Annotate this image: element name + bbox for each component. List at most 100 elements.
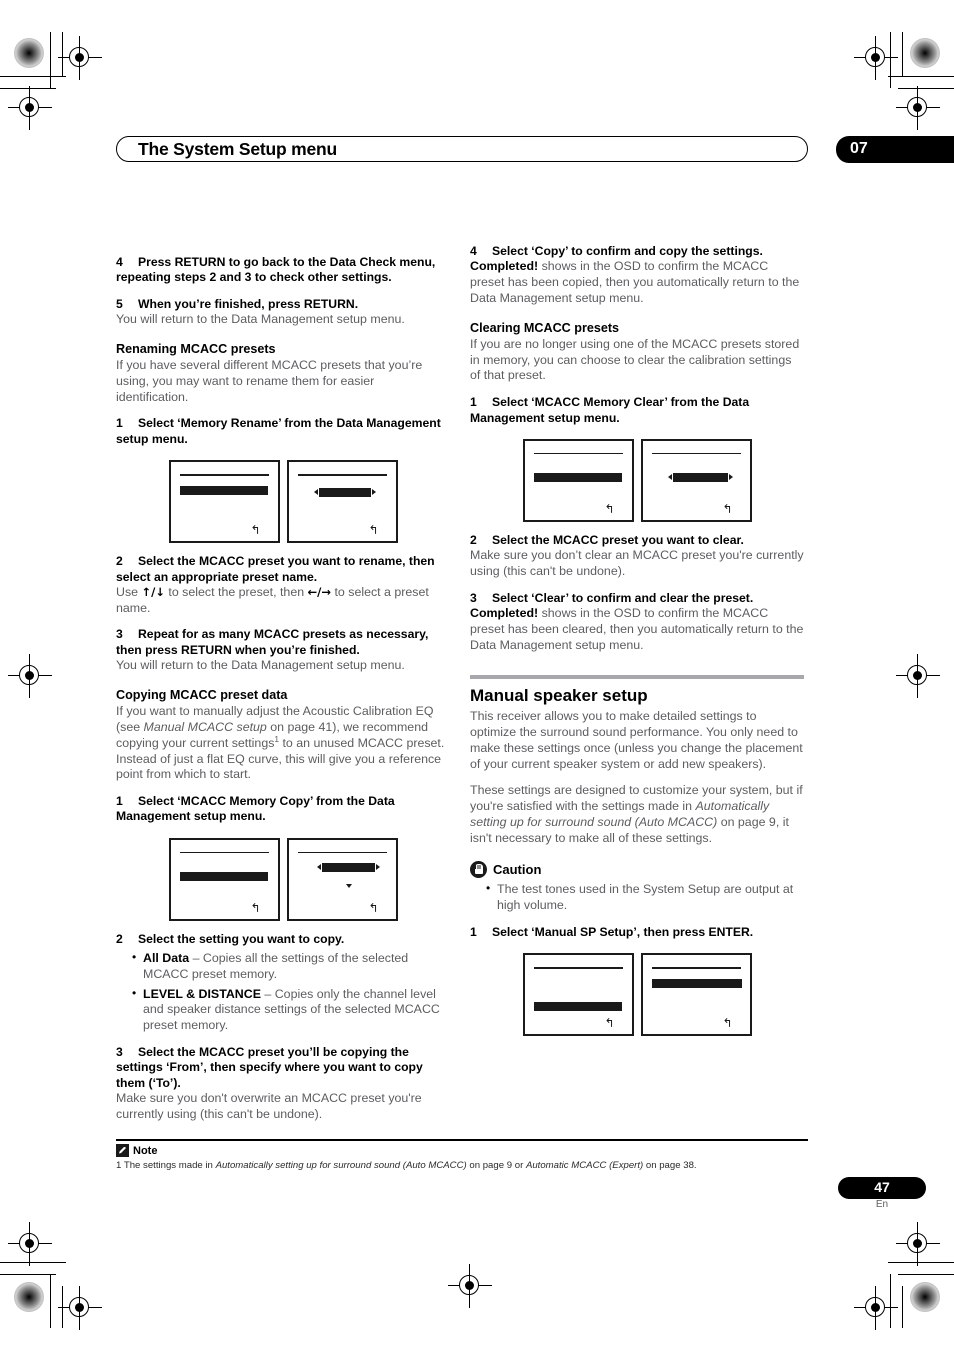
- step-text: Select ‘MCACC Memory Clear’ from the Dat…: [470, 395, 750, 425]
- return-icon: ↰: [722, 1016, 733, 1031]
- document-page: The System Setup menu 07 4 Press RETURN t…: [0, 0, 954, 1351]
- return-icon: ↰: [250, 900, 261, 915]
- hand-palm-icon: [470, 861, 487, 879]
- clear-step-3: 3 Select ‘Clear’ to confirm and clear the…: [470, 591, 804, 606]
- clear-step-2: 2 Select the MCACC preset you want to cle…: [470, 533, 804, 548]
- footnote-rule: [116, 1139, 808, 1141]
- page-title: The System Setup menu: [138, 139, 338, 159]
- page-number: 47: [874, 1179, 890, 1195]
- option-dash: –: [189, 951, 203, 966]
- osd-screen: ↰: [168, 837, 280, 921]
- heading-renaming-mcacc-presets: Renaming MCACC presets: [116, 341, 276, 356]
- osd-divider: [297, 851, 387, 854]
- chapter-number-badge: 07: [836, 136, 954, 163]
- step-number: 1: [470, 924, 477, 939]
- reg-mark-left-middle: [8, 654, 52, 698]
- caret-right-icon: [728, 473, 733, 480]
- page-number-badge: 47: [838, 1177, 926, 1199]
- reg-mark-right-middle: [896, 654, 940, 698]
- osd-screen: ↰: [640, 438, 752, 522]
- clear-step-1: 1 Select ‘MCACC Memory Clear’ from the Da…: [470, 395, 804, 426]
- return-icon: ↰: [368, 523, 379, 538]
- chapter-number: 07: [850, 140, 868, 157]
- osd-divider: [179, 851, 269, 854]
- osd-divider: [533, 967, 623, 969]
- caret-right-icon: [371, 489, 376, 496]
- rename-step-2: 2 Select the MCACC preset you want to ren…: [116, 554, 450, 585]
- option-term: LEVEL & DISTANCE: [143, 986, 261, 1001]
- step-number: 1: [470, 395, 477, 410]
- caution-label: Caution: [493, 862, 542, 878]
- osd-screens-memory-rename: ↰ ↰: [116, 460, 450, 544]
- osd-screens-manual-sp-setup: ↰ ↰: [470, 953, 804, 1037]
- reg-mark-bottom-center: [448, 1264, 492, 1308]
- option-term: All Data: [143, 951, 190, 966]
- osd-highlight-bar: [321, 862, 375, 872]
- osd-divider: [651, 967, 741, 969]
- caret-left-icon: [313, 489, 318, 496]
- completed-label: Completed!: [470, 606, 539, 621]
- note-label: Note: [133, 1144, 158, 1157]
- osd-highlight-bar: [318, 488, 371, 498]
- osd-divider: [179, 474, 269, 476]
- step-text: Press RETURN to go back to the Data Chec…: [116, 255, 436, 285]
- page-header: The System Setup menu: [116, 136, 808, 162]
- manual-setup-paragraph-2: These settings are designed to customize…: [470, 783, 804, 846]
- left-column: 4 Press RETURN to go back to the Data Che…: [116, 244, 450, 1123]
- rename-step-3-body: You will return to the Data Management s…: [116, 658, 405, 673]
- caret-left-icon: [316, 863, 321, 870]
- footnote-italic-2: Automatic MCACC (Expert): [525, 1160, 644, 1171]
- osd-screens-memory-copy: ↰ ↰: [116, 837, 450, 921]
- step-number: 4: [470, 244, 477, 258]
- step-number: 2: [116, 931, 123, 946]
- clearing-intro: If you are no longer using one of the MC…: [470, 336, 800, 383]
- step-text: Select the setting you want to copy.: [138, 931, 345, 946]
- heading-copying-mcacc-preset-data: Copying MCACC preset data: [116, 687, 288, 702]
- caution-list: The test tones used in the System Setup …: [470, 882, 804, 914]
- step-number: 2: [470, 532, 477, 547]
- rename-instruction-b: to select the preset, then: [164, 584, 308, 599]
- footnote-italic-1: Automatically setting up for surround so…: [215, 1160, 467, 1171]
- density-patch: [14, 38, 44, 68]
- copy-options-list: All Data – Copies all the settings of th…: [116, 950, 450, 1034]
- copy-step-4-body: Completed! shows in the OSD to confirm t…: [470, 259, 804, 306]
- list-item: The test tones used in the System Setup …: [486, 882, 804, 914]
- step-5-finish: 5 When you’re finished, press RETURN.: [116, 297, 450, 312]
- osd-highlight-bar: [672, 472, 728, 482]
- step-text: Select ‘Clear’ to confirm and clear the …: [492, 590, 754, 605]
- copy-step-2: 2 Select the setting you want to copy.: [116, 932, 450, 947]
- osd-screen: ↰: [522, 953, 634, 1037]
- osd-screen: ↰: [286, 837, 398, 921]
- step-5-body: You will return to the Data Management s…: [116, 312, 405, 327]
- step-number: 3: [470, 590, 477, 605]
- return-icon: ↰: [604, 501, 615, 516]
- clear-step-3-body: Completed! shows in the OSD to confirm t…: [470, 606, 804, 653]
- manual-step-1: 1 Select ‘Manual SP Setup’, then press EN…: [470, 925, 804, 940]
- step-number: 3: [116, 1044, 123, 1059]
- copy-step-3-body: Make sure you don't overwrite an MCACC p…: [116, 1091, 422, 1121]
- section-divider-rule: [470, 675, 804, 680]
- copy-step-1: 1 Select ‘MCACC Memory Copy’ from the Dat…: [116, 794, 450, 825]
- step-text: Select the MCACC preset you want to clea…: [492, 532, 744, 547]
- step-number: 5: [116, 296, 123, 311]
- step-number: 2: [116, 554, 123, 569]
- list-item: All Data – Copies all the settings of th…: [132, 950, 450, 983]
- list-item: LEVEL & DISTANCE – Copies only the chann…: [132, 986, 450, 1034]
- copying-intro-italic: Manual MCACC setup: [143, 720, 267, 735]
- osd-divider: [533, 452, 623, 455]
- caution-block: Caution The test tones used in the Syste…: [470, 861, 804, 914]
- step-text: Select the MCACC preset you’ll be copyin…: [116, 1044, 423, 1090]
- caret-left-icon: [667, 473, 672, 480]
- density-patch: [14, 1282, 44, 1312]
- density-patch: [910, 1282, 940, 1312]
- step-text: Repeat for as many MCACC presets as nece…: [116, 627, 429, 657]
- page-language: En: [875, 1199, 889, 1210]
- step-number: 3: [116, 627, 123, 642]
- osd-highlight-bar: [179, 871, 268, 881]
- renaming-intro: If you have several different MCACC pres…: [116, 358, 423, 404]
- step-text: Select ‘Copy’ to confirm and copy the se…: [492, 244, 763, 258]
- rename-step-2-body: Use ↑/↓ to select the preset, then ←/→ t…: [116, 585, 450, 617]
- heading-clearing-mcacc-presets: Clearing MCACC presets: [470, 320, 620, 335]
- step-number: 1: [116, 794, 123, 809]
- copy-step-3: 3 Select the MCACC preset you’ll be copyi…: [116, 1045, 450, 1091]
